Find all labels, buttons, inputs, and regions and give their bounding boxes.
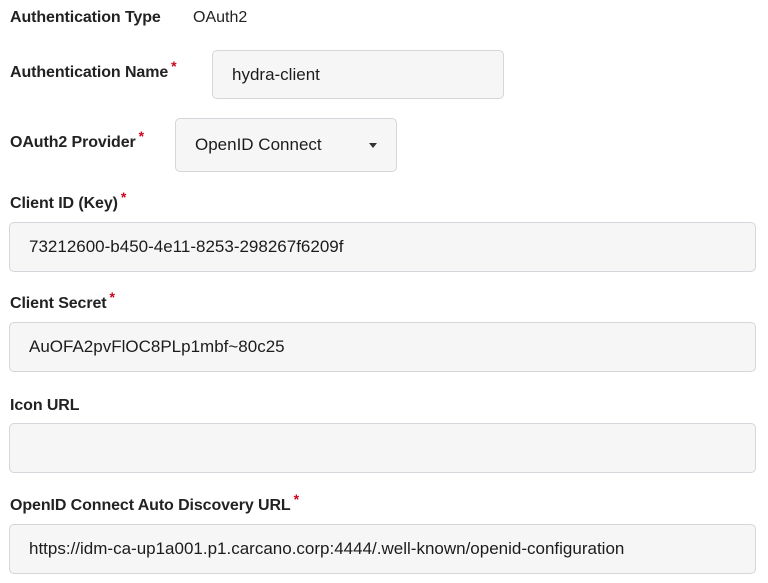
- icon-url-label: Icon URL: [10, 397, 80, 415]
- client-id-label: Client ID (Key) *: [10, 189, 126, 213]
- icon-url-label-text: Icon URL: [10, 397, 80, 414]
- client-id-label-text: Client ID (Key): [10, 195, 118, 212]
- client-id-input-value: 73212600-b450-4e11-8253-298267f6209f: [29, 237, 344, 256]
- icon-url-input[interactable]: [9, 423, 756, 473]
- discovery-url-input[interactable]: https://idm-ca-up1a001.p1.carcano.corp:4…: [9, 524, 756, 574]
- discovery-url-input-value: https://idm-ca-up1a001.p1.carcano.corp:4…: [29, 539, 625, 558]
- auth-name-input-value: hydra-client: [232, 64, 320, 84]
- auth-type-label: Authentication Type: [10, 9, 161, 27]
- oauth2-provider-label-text: OAuth2 Provider: [10, 134, 136, 151]
- required-asterisk: *: [293, 491, 299, 507]
- auth-type-value: OAuth2: [193, 9, 248, 26]
- oauth2-provider-label: OAuth2 Provider *: [10, 128, 144, 152]
- auth-name-label: Authentication Name *: [10, 58, 177, 82]
- discovery-url-label: OpenID Connect Auto Discovery URL *: [10, 491, 299, 515]
- oauth2-provider-select[interactable]: OpenID Connect: [175, 118, 397, 172]
- discovery-url-label-text: OpenID Connect Auto Discovery URL: [10, 497, 291, 514]
- client-secret-input[interactable]: AuOFA2pvFlOC8PLp1mbf~80c25: [9, 322, 756, 372]
- client-secret-label-text: Client Secret: [10, 295, 107, 312]
- auth-name-label-text: Authentication Name: [10, 64, 169, 81]
- oauth2-provider-selected-value: OpenID Connect: [195, 135, 322, 154]
- required-asterisk: *: [138, 128, 144, 144]
- chevron-down-icon: [369, 142, 377, 148]
- auth-type-label-text: Authentication Type: [10, 9, 161, 26]
- client-secret-input-value: AuOFA2pvFlOC8PLp1mbf~80c25: [29, 337, 285, 356]
- auth-name-input[interactable]: hydra-client: [212, 50, 504, 99]
- required-asterisk: *: [109, 289, 115, 305]
- required-asterisk: *: [171, 58, 177, 74]
- client-id-input[interactable]: 73212600-b450-4e11-8253-298267f6209f: [9, 222, 756, 272]
- required-asterisk: *: [120, 189, 127, 205]
- client-secret-label: Client Secret *: [10, 289, 115, 313]
